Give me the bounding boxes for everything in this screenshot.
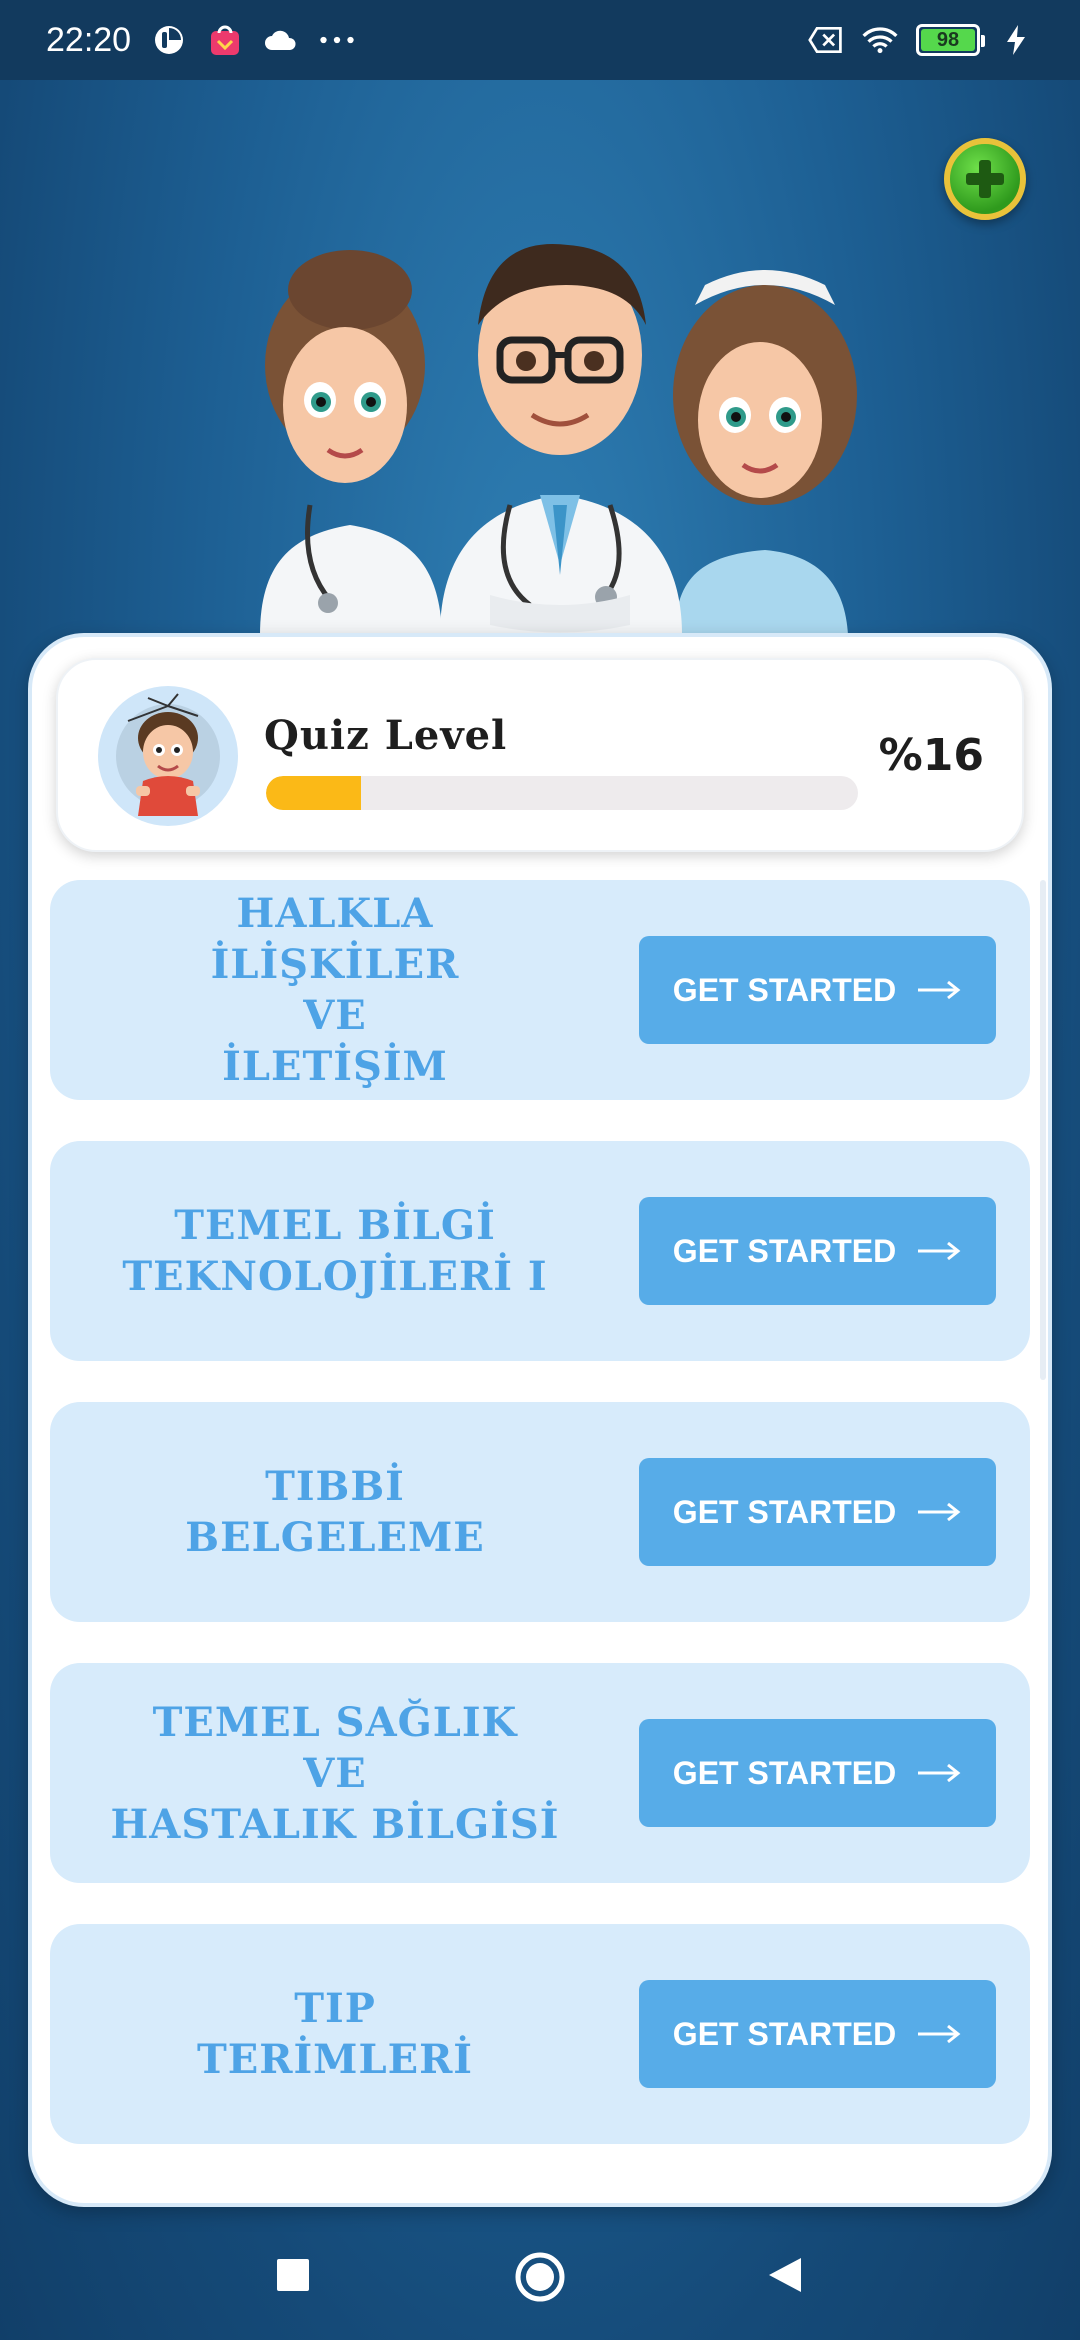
status-icons-right: 98	[808, 22, 1034, 58]
get-started-button[interactable]: GET STARTED	[639, 1197, 996, 1305]
course-card: HALKLA İLİŞKİLER VE İLETİŞİM GET STARTED	[50, 880, 1030, 1100]
arrow-right-icon	[916, 1502, 962, 1522]
level-progress-fill	[266, 776, 361, 810]
status-icons-left	[151, 22, 355, 58]
get-started-button[interactable]: GET STARTED	[639, 1719, 996, 1827]
add-button[interactable]	[944, 138, 1026, 220]
battery-icon: 98	[916, 24, 985, 56]
right-nurse-figure	[673, 270, 857, 635]
get-started-button[interactable]: GET STARTED	[639, 1980, 996, 2088]
avatar	[98, 686, 238, 826]
course-title: TEMEL BİLGİ TEKNOLOJİLERİ I	[122, 1202, 548, 1300]
button-label: GET STARTED	[672, 1754, 897, 1791]
course-card: TIBBİ BELGELEME GET STARTED	[50, 1402, 1030, 1622]
doctors-illustration	[220, 205, 900, 635]
status-bar: 22:20 98	[0, 0, 1080, 80]
no-sim-icon	[808, 22, 844, 58]
course-card: TEMEL SAĞLIK VE HASTALIK BİLGİSİ GET STA…	[50, 1663, 1030, 1883]
timer-icon	[151, 22, 187, 58]
quiz-level-card: Quiz Level %16	[56, 658, 1024, 852]
course-title: TIP TERİMLERİ	[196, 1985, 474, 2083]
get-started-button[interactable]: GET STARTED	[639, 936, 996, 1044]
button-label: GET STARTED	[672, 2015, 897, 2052]
course-title: TEMEL SAĞLIK VE HASTALIK BİLGİSİ	[110, 1698, 560, 1848]
scrollbar[interactable]	[1040, 880, 1046, 1380]
system-nav-bar	[0, 2210, 1080, 2340]
button-label: GET STARTED	[672, 1232, 897, 1269]
arrow-right-icon	[916, 1763, 962, 1783]
arrow-right-icon	[916, 980, 962, 1000]
quiz-level-title: Quiz Level	[264, 712, 508, 759]
cloud-icon	[263, 22, 299, 58]
home-circle-icon[interactable]	[513, 2250, 567, 2304]
course-title: HALKLA İLİŞKİLER VE İLETİŞİM	[210, 890, 460, 1090]
level-progress-bar	[266, 776, 858, 810]
level-percent: %16	[878, 730, 984, 781]
button-label: GET STARTED	[672, 1493, 897, 1530]
battery-level: 98	[921, 29, 975, 51]
course-card: TIP TERİMLERİ GET STARTED	[50, 1924, 1030, 2144]
left-nurse-figure	[260, 250, 442, 635]
wifi-icon	[862, 22, 898, 58]
arrow-right-icon	[916, 1241, 962, 1261]
more-dots-icon	[319, 22, 355, 58]
doctor-figure	[440, 244, 682, 635]
arrow-right-icon	[916, 2024, 962, 2044]
course-card: TEMEL BİLGİ TEKNOLOJİLERİ I GET STARTED	[50, 1141, 1030, 1361]
back-triangle-icon[interactable]	[762, 2252, 808, 2298]
charging-icon	[998, 22, 1034, 58]
status-time: 22:20	[46, 20, 132, 59]
plus-icon	[966, 160, 1004, 198]
course-title: TIBBİ BELGELEME	[185, 1463, 485, 1561]
button-label: GET STARTED	[672, 971, 897, 1008]
recents-square-icon[interactable]	[270, 2252, 316, 2298]
get-started-button[interactable]: GET STARTED	[639, 1458, 996, 1566]
shopping-bag-icon	[207, 22, 243, 58]
